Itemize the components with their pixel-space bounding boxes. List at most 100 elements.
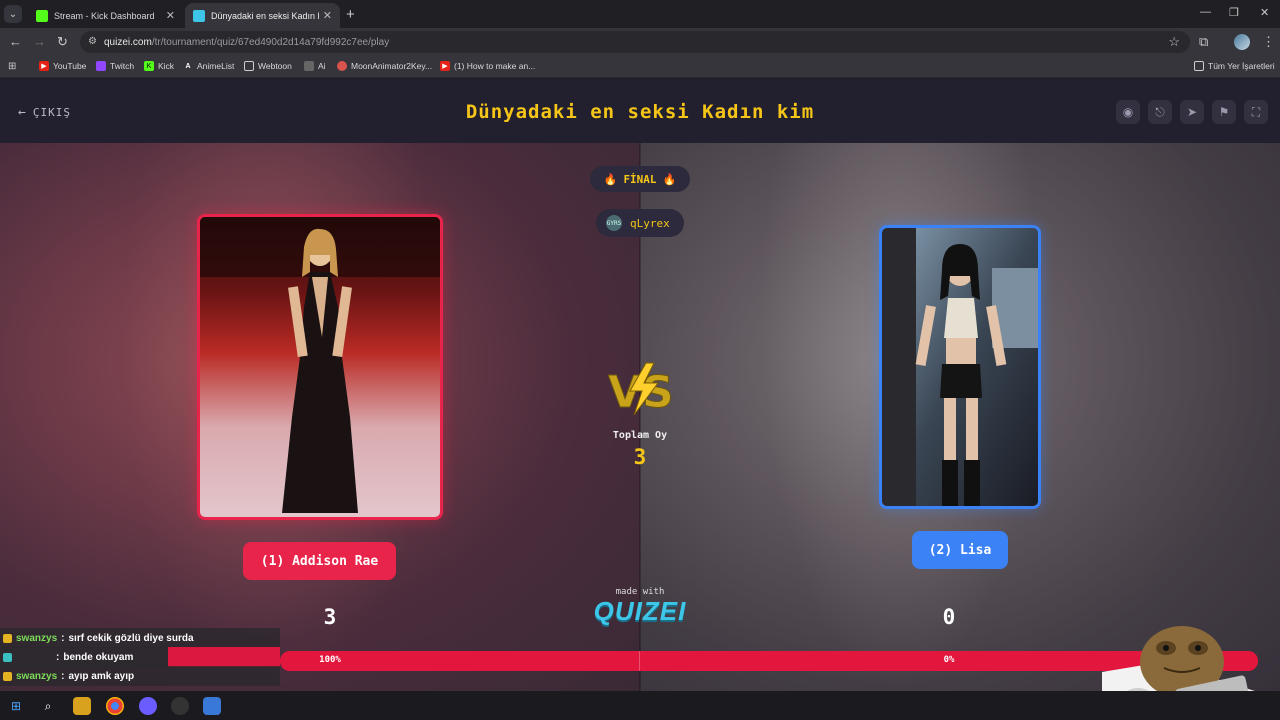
fire-icon: 🔥 — [603, 172, 618, 186]
vote-left-button[interactable]: (1) Addison Rae — [243, 542, 396, 580]
animelist-icon: A — [185, 62, 191, 70]
windows-start-icon[interactable]: ⊞ — [7, 697, 25, 715]
quizei-logo: QUIZEI — [593, 596, 687, 626]
bookmark-twitch[interactable]: Twitch — [96, 61, 134, 71]
url-host: quizei.com — [104, 36, 152, 48]
bookmark-label: AnimeList — [197, 61, 235, 71]
bookmark-label: (1) How to make an... — [454, 61, 536, 71]
bookmark-webtoon[interactable]: Webtoon — [244, 61, 292, 71]
chat-username: swanzys — [16, 670, 58, 682]
apps-grid-icon[interactable]: ⊞ — [8, 61, 16, 72]
site-info-icon[interactable]: ⚙ — [88, 36, 97, 47]
chat-badge-icon — [3, 633, 12, 643]
bookmark-youtube[interactable]: ▶ YouTube — [39, 61, 86, 71]
bookmark-animelist[interactable]: A AnimeList — [183, 61, 234, 71]
browser-tab-strip: ⌄ Stream - Kick Dashboard ✕ Dünyadaki en… — [0, 0, 1280, 28]
fire-icon: 🔥 — [662, 172, 677, 186]
app-icon[interactable] — [203, 697, 221, 715]
reload-icon[interactable]: ↻ — [57, 34, 68, 50]
eye-icon[interactable]: ◉ — [1116, 100, 1140, 124]
extensions-icon[interactable]: ⧉ — [1199, 34, 1208, 50]
chat-message: swanzys : sırf cekik gözlü diye surda — [0, 628, 280, 648]
chat-separator: : — [56, 651, 60, 663]
round-label: FİNAL — [623, 172, 657, 186]
youtube-icon: ▶ — [440, 61, 450, 71]
chat-message: : bende okuyam — [0, 647, 280, 667]
left-photo — [200, 217, 440, 517]
menu-icon[interactable]: ⋮ — [1262, 34, 1275, 50]
bookmark-label: Tüm Yer İşaretleri — [1208, 61, 1275, 71]
bookmark-label: YouTube — [53, 61, 87, 71]
chat-text: ayıp amk ayıp — [68, 670, 135, 682]
tab-title: Dünyadaki en seksi Kadın kim - — [211, 10, 319, 21]
bookmark-label: Kick — [158, 61, 175, 71]
restore-icon[interactable]: ❐ — [1229, 6, 1239, 19]
file-explorer-icon[interactable] — [73, 697, 91, 715]
new-tab-icon[interactable]: + — [346, 6, 355, 23]
quizei-favicon-icon — [193, 9, 205, 22]
creator-chip[interactable]: GYRS qLyrex — [596, 209, 684, 237]
minimize-icon[interactable]: — — [1200, 6, 1211, 18]
chat-text: bende okuyam — [63, 651, 134, 663]
right-percent: 0% — [943, 655, 955, 665]
tab-quizei[interactable]: Dünyadaki en seksi Kadın kim - ✕ — [185, 3, 340, 28]
creator-avatar: GYRS — [606, 215, 622, 231]
bookmark-ai[interactable]: Ai — [304, 61, 326, 71]
flag-icon[interactable]: ⚑ — [1212, 100, 1236, 124]
bookmark-label: MoonAnimator2Key... — [351, 61, 433, 71]
send-icon[interactable]: ➤ — [1180, 100, 1204, 124]
search-icon[interactable]: ⌕ — [39, 697, 57, 715]
windows-taskbar: ⊞ ⌕ — [0, 691, 1280, 720]
address-bar[interactable]: ⚙ quizei.com/tr/tournament/quiz/67ed490d… — [80, 31, 1190, 53]
quiz-header: ← ÇIKIŞ Dünyadaki en seksi Kadın kim ◉ ⎋… — [0, 79, 1280, 143]
right-score: 0 — [942, 605, 956, 629]
folder-icon — [1194, 61, 1204, 71]
chat-badge-icon — [3, 671, 12, 681]
tab-kick-dashboard[interactable]: Stream - Kick Dashboard ✕ — [28, 3, 183, 28]
browser-toolbar: ← → ↻ ⚙ quizei.com/tr/tournament/quiz/67… — [0, 28, 1280, 56]
bookmark-how-to[interactable]: ▶ (1) How to make an... — [440, 61, 535, 71]
profile-avatar[interactable] — [1234, 34, 1250, 50]
bookmark-kick[interactable]: K Kick — [144, 61, 174, 71]
back-icon[interactable]: ← — [9, 34, 22, 49]
discord-icon[interactable] — [139, 697, 157, 715]
share-icon[interactable]: ⎋ — [1148, 100, 1172, 124]
close-tab-icon[interactable]: ✕ — [323, 9, 332, 22]
bookmarks-bar: ⊞ ▶ YouTube Twitch K Kick A AnimeList Webto… — [0, 56, 1280, 78]
moonanimator-icon — [337, 61, 347, 71]
left-percent: 100% — [319, 655, 341, 665]
stream-chat-overlay: swanzys : sırf cekik gözlü diye surda : … — [0, 628, 280, 688]
folder-icon — [244, 61, 254, 71]
total-votes-label: Toplam Oy — [612, 430, 668, 441]
left-score: 3 — [323, 605, 337, 629]
chat-separator: : — [61, 670, 65, 682]
chrome-icon[interactable] — [106, 697, 124, 715]
vs-icon: VS — [608, 362, 674, 417]
bookmark-moonanimator[interactable]: MoonAnimator2Key... — [337, 61, 432, 71]
tab-search-button[interactable]: ⌄ — [4, 5, 22, 23]
total-votes-value: 3 — [633, 445, 647, 469]
bookmark-label: Ai — [318, 61, 326, 71]
vote-right-button[interactable]: (2) Lisa — [912, 531, 1008, 569]
chat-badge-icon — [3, 652, 12, 662]
round-badge: 🔥 FİNAL 🔥 — [590, 166, 690, 192]
all-bookmarks[interactable]: Tüm Yer İşaretleri — [1194, 61, 1275, 71]
chat-separator: : — [61, 632, 65, 644]
left-candidate-image[interactable] — [197, 214, 443, 520]
kick-favicon-icon — [36, 9, 48, 22]
tab-title: Stream - Kick Dashboard — [54, 10, 155, 21]
chat-message: swanzys : ayıp amk ayıp — [0, 666, 280, 686]
twitch-icon — [96, 61, 106, 71]
fullscreen-icon[interactable]: ⛶ — [1244, 100, 1268, 124]
chat-text: sırf cekik gözlü diye surda — [68, 632, 194, 644]
obs-icon[interactable] — [171, 697, 189, 715]
youtube-icon: ▶ — [39, 61, 49, 71]
close-tab-icon[interactable]: ✕ — [166, 9, 175, 22]
url-path: /tr/tournament/quiz/67ed490d2d14a79fd992… — [151, 36, 390, 48]
bookmark-label: Webtoon — [258, 61, 292, 71]
bookmark-label: Twitch — [110, 61, 135, 71]
close-window-icon[interactable]: ✕ — [1260, 6, 1269, 19]
forward-icon[interactable]: → — [33, 34, 46, 49]
ai-icon — [304, 61, 314, 71]
bookmark-star-icon[interactable]: ☆ — [1168, 34, 1180, 50]
